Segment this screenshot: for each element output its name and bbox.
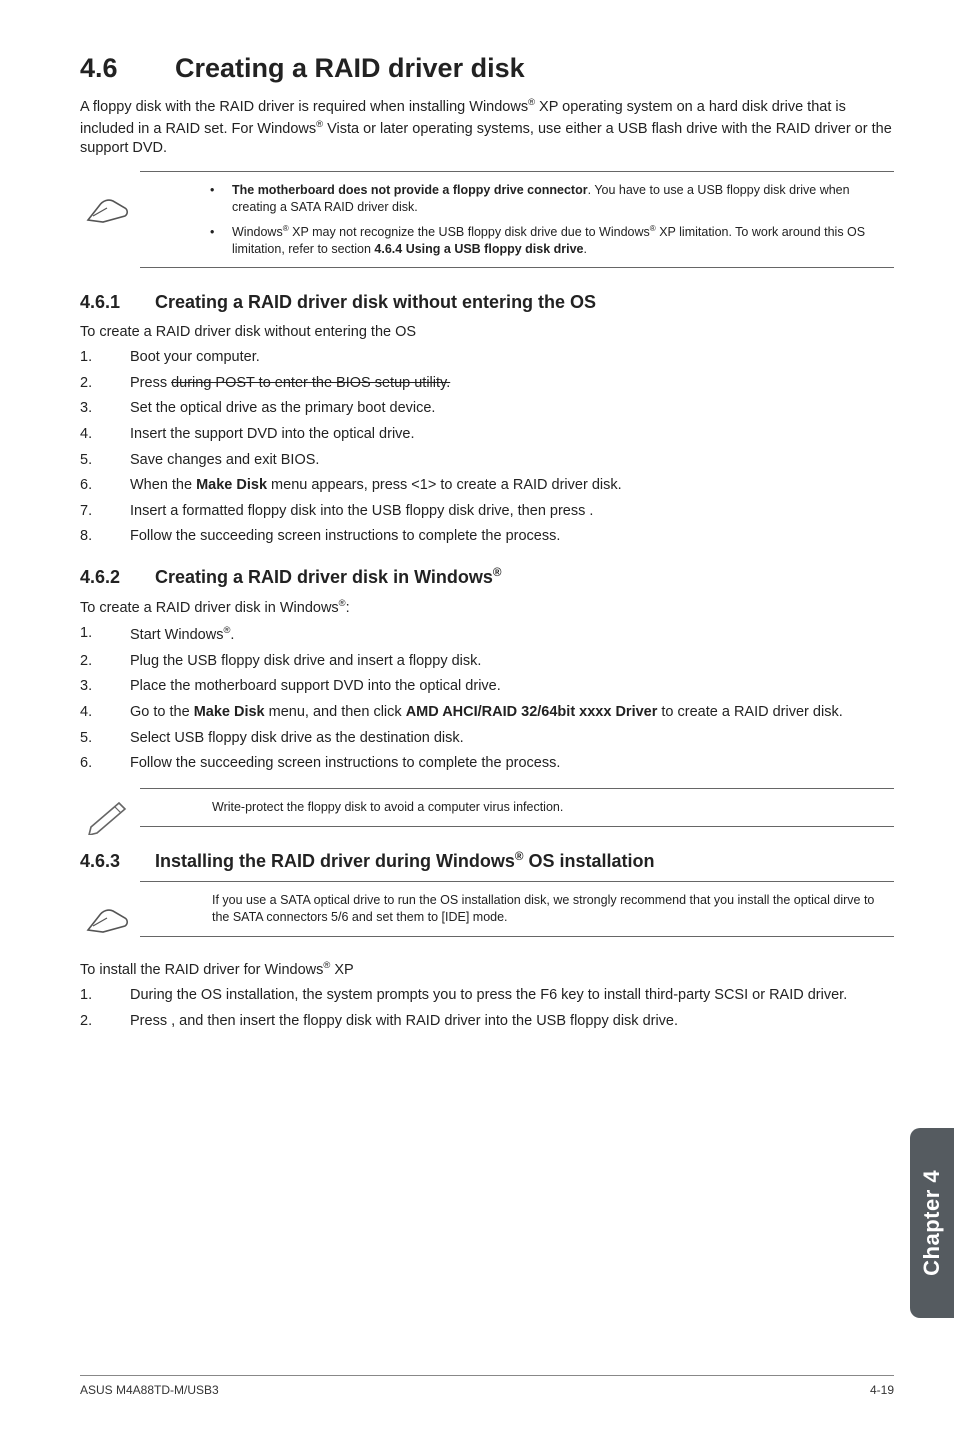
info-note-block: If you use a SATA optical drive to run t… [140,881,894,937]
section-number: 4.6 [80,50,175,86]
step-item: Plug the USB floppy disk drive and inser… [80,652,894,672]
intro-paragraph: A floppy disk with the RAID driver is re… [80,96,894,158]
subsection-heading: 4.6.1Creating a RAID driver disk without… [80,290,894,314]
subsection-heading: 4.6.2Creating a RAID driver disk in Wind… [80,565,894,589]
step-item: Follow the succeeding screen instruction… [80,527,894,547]
step-item: Press , and then insert the floppy disk … [80,1012,894,1032]
info-note-item: Windows® XP may not recognize the USB fl… [210,224,886,258]
pencil-icon [85,795,135,835]
footer-page-number: 4-19 [870,1382,894,1398]
steps-list-461: Boot your computer. Press during POST to … [80,348,894,547]
subsection-number: 4.6.1 [80,290,155,314]
step-item: During the OS installation, the system p… [80,986,894,1006]
chapter-tab: Chapter 4 [910,1128,954,1318]
step-item: Press during POST to enter the BIOS setu… [80,374,894,394]
info-note-item: The motherboard does not provide a flopp… [210,182,886,216]
hand-note-icon [85,896,135,936]
step-item: Follow the succeeding screen instruction… [80,754,894,774]
step-item: When the Make Disk menu appears, press <… [80,476,894,496]
subsection-heading: 4.6.3Installing the RAID driver during W… [80,849,894,873]
footer-model: ASUS M4A88TD-M/USB3 [80,1382,219,1398]
subsection-number: 4.6.2 [80,565,155,589]
step-item: Select USB floppy disk drive as the dest… [80,729,894,749]
step-item: Go to the Make Disk menu, and then click… [80,703,894,723]
section-title-text: Creating a RAID driver disk [175,53,525,83]
step-item: Start Windows®. [80,624,894,645]
lead-paragraph: To install the RAID driver for Windows® … [80,959,894,980]
subsection-title: Creating a RAID driver disk without ente… [155,292,596,312]
pencil-note-block: Write-protect the floppy disk to avoid a… [140,788,894,827]
step-item: Place the motherboard support DVD into t… [80,677,894,697]
section-title: 4.6Creating a RAID driver disk [80,50,894,86]
subsection-title: Creating a RAID driver disk in Windows® [155,567,502,587]
hand-note-icon [85,186,135,226]
step-item: Insert the support DVD into the optical … [80,425,894,445]
chapter-tab-label: Chapter 4 [917,1170,947,1276]
steps-list-463: During the OS installation, the system p… [80,986,894,1031]
step-item: Save changes and exit BIOS. [80,451,894,471]
page-footer: ASUS M4A88TD-M/USB3 4-19 [80,1375,894,1398]
info-note-block: The motherboard does not provide a flopp… [140,171,894,269]
lead-paragraph: To create a RAID driver disk in Windows®… [80,597,894,618]
info-note-list: The motherboard does not provide a flopp… [210,182,886,258]
step-item: Set the optical drive as the primary boo… [80,399,894,419]
subsection-title: Installing the RAID driver during Window… [155,851,655,871]
subsection-number: 4.6.3 [80,849,155,873]
steps-list-462: Start Windows®. Plug the USB floppy disk … [80,624,894,773]
step-item: Insert a formatted floppy disk into the … [80,502,894,522]
step-item: Boot your computer. [80,348,894,368]
pencil-note-text: Write-protect the floppy disk to avoid a… [210,799,886,816]
info-note-text: If you use a SATA optical drive to run t… [210,892,886,926]
lead-paragraph: To create a RAID driver disk without ent… [80,323,894,343]
